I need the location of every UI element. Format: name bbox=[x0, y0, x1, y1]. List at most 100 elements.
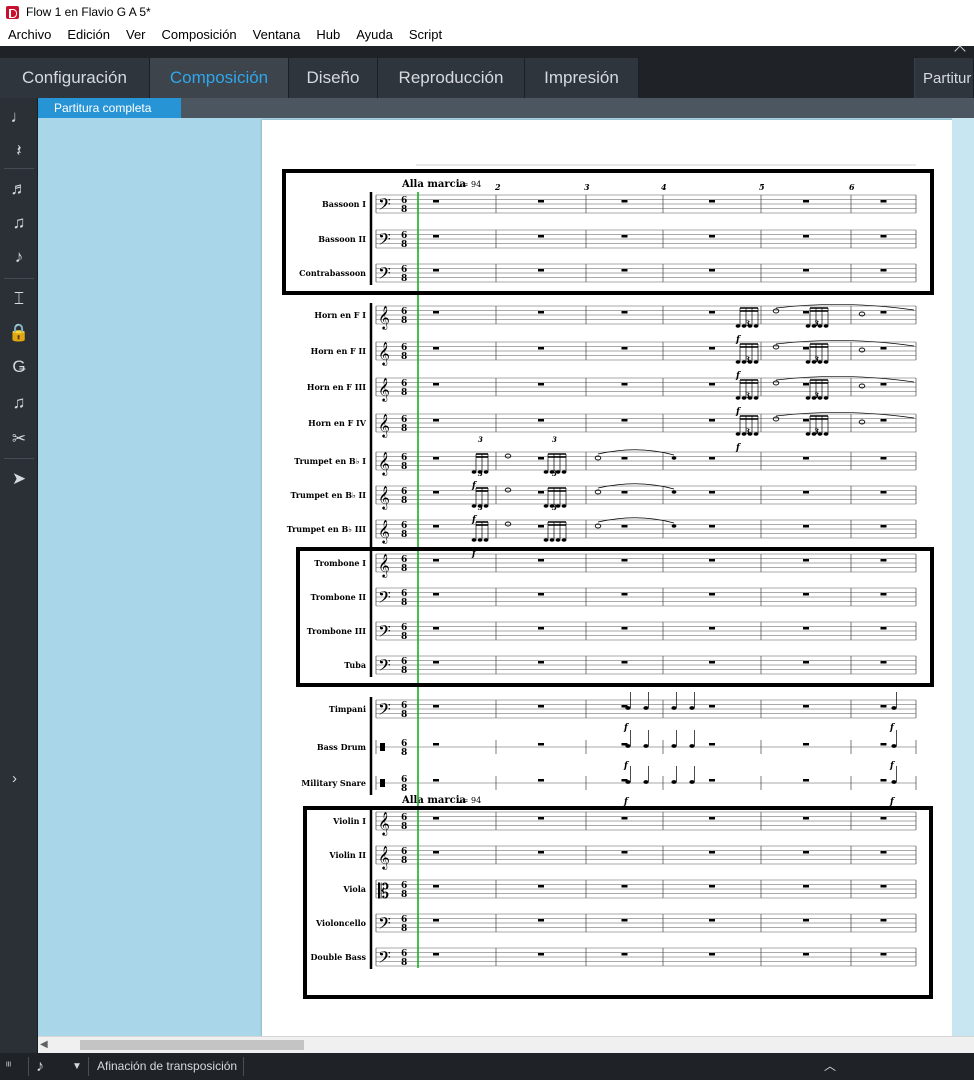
highlight-frame bbox=[303, 806, 933, 999]
horn-tied-note bbox=[772, 380, 780, 386]
instrument-label: Bassoon II bbox=[318, 234, 366, 244]
whole-rest bbox=[621, 347, 628, 350]
scroll-left-icon[interactable]: ◀ bbox=[40, 1040, 50, 1050]
tuplet-number: 3 bbox=[478, 469, 483, 478]
whole-rest bbox=[538, 235, 544, 238]
tuplet-number: 3 bbox=[745, 427, 750, 436]
horizontal-scrollbar[interactable]: ◀ bbox=[38, 1036, 974, 1053]
percussion-note bbox=[625, 780, 631, 784]
lock-duration-icon[interactable]: 🔒 bbox=[0, 318, 38, 348]
tab-impresion[interactable]: Impresión bbox=[525, 58, 639, 98]
instrument-label: Horn en F IV bbox=[308, 418, 367, 428]
layout-selector[interactable]: Partitur bbox=[915, 58, 974, 98]
whole-rest bbox=[709, 705, 715, 708]
insert-icon[interactable]: ⌶ bbox=[0, 284, 38, 314]
whole-rest bbox=[621, 419, 628, 422]
time-signature-bottom: 8 bbox=[401, 530, 407, 540]
status-divider bbox=[88, 1057, 89, 1076]
clef-icon: 𝄞 bbox=[378, 341, 390, 366]
title-bar: Flow 1 en Flavio G A 5* bbox=[0, 0, 974, 24]
whole-rest bbox=[803, 419, 809, 422]
trumpet-tied-note bbox=[504, 453, 512, 459]
tempo-marking-strings: Alla marcia bbox=[401, 795, 467, 806]
chevron-up-icon[interactable]: ︿ bbox=[824, 1053, 836, 1080]
whole-rest bbox=[803, 743, 809, 746]
whole-rest bbox=[803, 525, 809, 528]
layout-tab-full-score[interactable]: Partitura completa bbox=[38, 98, 181, 118]
time-signature-bottom: 8 bbox=[401, 822, 407, 832]
whole-rest bbox=[621, 661, 628, 664]
instrument-label: Trombone I bbox=[314, 558, 366, 568]
whole-rest bbox=[621, 525, 628, 528]
percussion-note bbox=[891, 706, 897, 710]
note-input-icon[interactable]: ♩ bbox=[0, 102, 38, 132]
expand-left-panel-icon[interactable]: › bbox=[12, 770, 17, 787]
clef-icon: 𝄞 bbox=[378, 845, 390, 870]
menu-edicion[interactable]: Edición bbox=[59, 24, 118, 46]
whole-rest bbox=[709, 525, 715, 528]
tuplet-number: 3 bbox=[745, 391, 750, 400]
horn-half-note bbox=[858, 347, 866, 353]
whole-rest bbox=[538, 705, 544, 708]
views-icon[interactable]: ᴵᴵᴵ bbox=[6, 1053, 11, 1080]
tie-slur bbox=[775, 340, 915, 347]
tie-icon[interactable]: ♫ bbox=[0, 388, 38, 418]
tab-composicion[interactable]: Composición bbox=[150, 58, 289, 98]
select-arrow-icon[interactable]: ➤ bbox=[0, 464, 38, 494]
tab-reproduccion[interactable]: Reproducción bbox=[378, 58, 525, 98]
whole-rest bbox=[709, 743, 715, 746]
menu-ayuda[interactable]: Ayuda bbox=[348, 24, 401, 46]
whole-rest bbox=[538, 743, 544, 746]
whole-rest bbox=[803, 559, 809, 562]
whole-rest bbox=[880, 919, 887, 922]
tuplet-number: 3 bbox=[478, 435, 483, 444]
tab-diseno[interactable]: Diseño bbox=[289, 58, 378, 98]
menu-composicion[interactable]: Composición bbox=[154, 24, 245, 46]
whole-rest bbox=[709, 269, 715, 272]
chord-icon[interactable]: ♬ bbox=[0, 174, 38, 204]
chevron-down-icon[interactable]: ▼ bbox=[72, 1053, 82, 1080]
menu-archivo[interactable]: Archivo bbox=[0, 24, 59, 46]
tuplet-number: 3 bbox=[745, 355, 750, 364]
whole-rest bbox=[621, 383, 628, 386]
menu-ventana[interactable]: Ventana bbox=[245, 24, 309, 46]
force-duration-icon[interactable]: Ǥ bbox=[0, 352, 38, 382]
whole-rest bbox=[538, 627, 544, 630]
percussion-clef-icon bbox=[380, 743, 385, 751]
clef-icon: 𝄞 bbox=[378, 451, 390, 476]
clef-icon: 𝄢 bbox=[378, 621, 391, 645]
whole-rest bbox=[709, 311, 715, 314]
horn-tied-note bbox=[772, 344, 780, 350]
instrument-label: Bass Drum bbox=[317, 742, 367, 752]
menu-ver[interactable]: Ver bbox=[118, 24, 154, 46]
whole-rest bbox=[433, 311, 439, 314]
rest-icon[interactable]: 𝄽 bbox=[0, 136, 38, 166]
whole-rest bbox=[880, 661, 887, 664]
menu-script[interactable]: Script bbox=[401, 24, 450, 46]
menu-hub[interactable]: Hub bbox=[308, 24, 348, 46]
grace-note-icon[interactable]: ♪ bbox=[0, 242, 38, 272]
whole-rest bbox=[433, 743, 439, 746]
whole-rest bbox=[709, 235, 715, 238]
whole-rest bbox=[538, 593, 544, 596]
percussion-note bbox=[891, 744, 897, 748]
percussion-note bbox=[671, 744, 677, 748]
whole-rest bbox=[433, 851, 439, 854]
clef-icon: 𝄞 bbox=[378, 811, 390, 836]
transposition-toggle[interactable]: Afinación de transposición bbox=[97, 1053, 237, 1080]
whole-rest bbox=[621, 269, 628, 272]
scrollbar-thumb[interactable] bbox=[80, 1040, 304, 1050]
note-icon[interactable]: ♪ bbox=[36, 1053, 44, 1080]
score-svg[interactable]: Alla marcia♩= 94Alla marcia♩= 942 3 4 5 6Bas… bbox=[38, 118, 974, 1036]
percussion-note bbox=[689, 706, 695, 710]
tab-configuracion[interactable]: Configuración bbox=[0, 58, 150, 98]
instrument-label: Tuba bbox=[344, 660, 366, 670]
whole-rest bbox=[803, 953, 809, 956]
tuplet-icon[interactable]: ♫ bbox=[0, 208, 38, 238]
instrument-label: Timpani bbox=[329, 704, 366, 714]
whole-rest bbox=[709, 779, 715, 782]
whole-rest bbox=[709, 627, 715, 630]
time-signature-bottom: 8 bbox=[401, 856, 407, 866]
scissors-icon[interactable]: ✂ bbox=[0, 424, 38, 454]
score-workspace[interactable]: Alla marcia ♩= 94 Alla marcia ♩= 94 2 3 4 5 6 Bas… bbox=[38, 118, 974, 1036]
